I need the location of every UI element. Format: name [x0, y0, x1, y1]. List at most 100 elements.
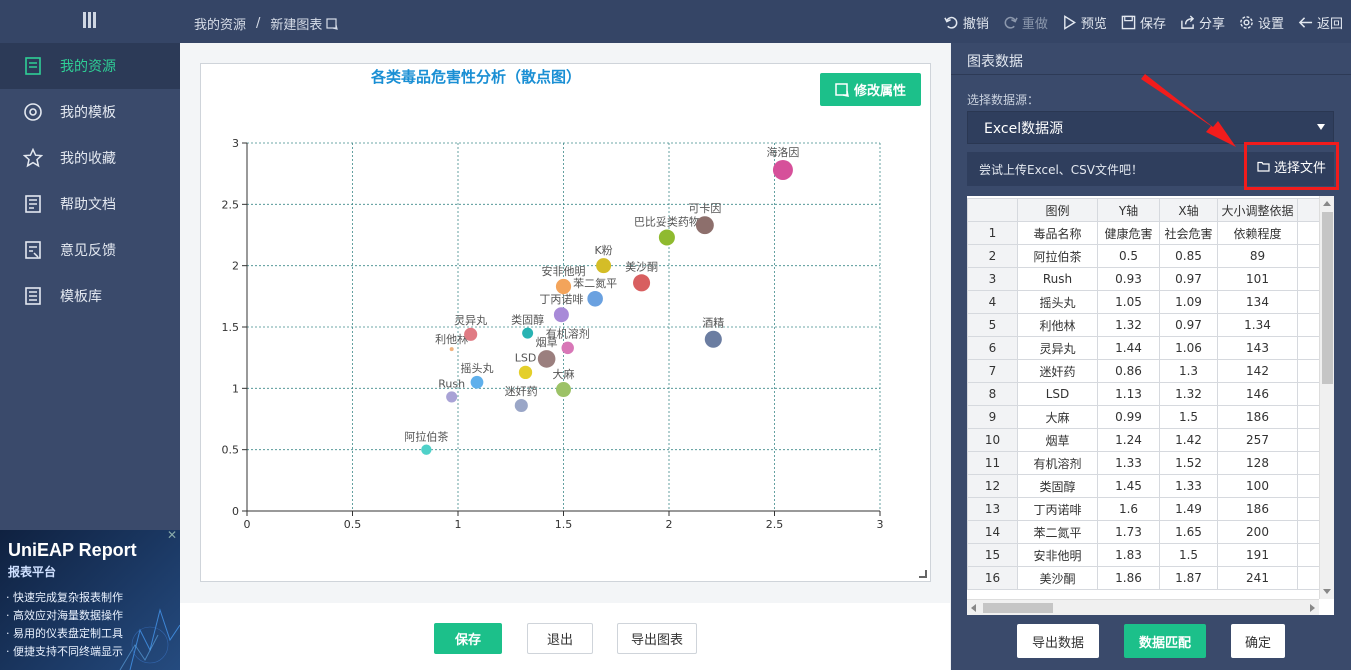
sidebar-item-favorites[interactable]: 我的收藏: [0, 135, 180, 181]
confirm-button[interactable]: 确定: [1231, 624, 1285, 658]
modify-properties-button[interactable]: 修改属性: [820, 73, 921, 106]
sidebar-item-my-resources[interactable]: 我的资源: [0, 43, 180, 89]
table-cell[interactable]: 1.52: [1159, 451, 1218, 475]
export-data-button[interactable]: 导出数据: [1017, 624, 1099, 658]
sidebar-item-template-library[interactable]: 模板库: [0, 273, 180, 319]
table-cell[interactable]: 1.42: [1159, 428, 1218, 452]
table-cell[interactable]: 0.97: [1159, 313, 1218, 337]
choose-file-button[interactable]: 选择文件: [1244, 142, 1339, 190]
breadcrumb-root[interactable]: 我的资源: [194, 14, 246, 33]
back-button[interactable]: 返回: [1298, 13, 1343, 32]
table-cell[interactable]: 1.49: [1159, 497, 1218, 521]
sidebar-item-feedback[interactable]: 意见反馈: [0, 227, 180, 273]
table-cell[interactable]: 1.32: [1097, 313, 1160, 337]
table-cell[interactable]: 1.73: [1097, 520, 1160, 544]
undo-button[interactable]: 撤销: [944, 13, 989, 32]
column-header[interactable]: 图例: [1017, 198, 1098, 222]
share-button[interactable]: 分享: [1180, 13, 1225, 32]
table-cell[interactable]: 1.5: [1159, 405, 1218, 429]
save-button[interactable]: 保存: [434, 623, 502, 654]
promo-banner[interactable]: ✕ UniEAP Report 报表平台 快速完成复杂报表制作 高效应对海量数据…: [0, 530, 180, 670]
table-cell[interactable]: 0.5: [1097, 244, 1160, 268]
table-cell[interactable]: 社会危害: [1159, 221, 1218, 245]
data-grid[interactable]: 图例 Y轴 X轴 大小调整依据 1 毒品名称 健康危害 社会危害 依赖程度 2 阿拉伯茶 0.5 0.8…: [967, 196, 1334, 615]
table-cell[interactable]: 烟草: [1017, 428, 1098, 452]
preview-button[interactable]: 预览: [1062, 13, 1107, 32]
table-cell[interactable]: 美沙酮: [1017, 566, 1098, 590]
table-cell[interactable]: 1.34: [1217, 313, 1298, 337]
table-cell[interactable]: 134: [1217, 290, 1298, 314]
table-cell[interactable]: 89: [1217, 244, 1298, 268]
table-cell[interactable]: 灵异丸: [1017, 336, 1098, 360]
table-cell[interactable]: 142: [1217, 359, 1298, 383]
table-cell[interactable]: 1.83: [1097, 543, 1160, 567]
table-row: 6 灵异丸 1.44 1.06 143: [967, 336, 1323, 360]
column-header[interactable]: Y轴: [1097, 198, 1160, 222]
table-cell[interactable]: 健康危害: [1097, 221, 1160, 245]
table-cell[interactable]: 依赖程度: [1217, 221, 1298, 245]
edit-title-icon[interactable]: [326, 17, 339, 30]
table-cell[interactable]: 大麻: [1017, 405, 1098, 429]
table-cell[interactable]: 1.5: [1159, 543, 1218, 567]
table-cell[interactable]: 利他林: [1017, 313, 1098, 337]
table-cell[interactable]: 1.44: [1097, 336, 1160, 360]
table-cell[interactable]: 类固醇: [1017, 474, 1098, 498]
data-match-button[interactable]: 数据匹配: [1124, 624, 1206, 658]
table-cell[interactable]: 阿拉伯茶: [1017, 244, 1098, 268]
table-cell[interactable]: 186: [1217, 497, 1298, 521]
table-cell[interactable]: 146: [1217, 382, 1298, 406]
table-cell[interactable]: 毒品名称: [1017, 221, 1098, 245]
table-cell[interactable]: Rush: [1017, 267, 1098, 291]
table-cell[interactable]: 186: [1217, 405, 1298, 429]
table-cell[interactable]: 1.33: [1097, 451, 1160, 475]
table-cell[interactable]: 1.09: [1159, 290, 1218, 314]
table-cell[interactable]: 0.93: [1097, 267, 1160, 291]
table-cell[interactable]: 241: [1217, 566, 1298, 590]
table-cell[interactable]: 安非他明: [1017, 543, 1098, 567]
table-cell[interactable]: 1.3: [1159, 359, 1218, 383]
table-cell[interactable]: 257: [1217, 428, 1298, 452]
menu-toggle-icon[interactable]: [82, 12, 98, 30]
sidebar-item-my-templates[interactable]: 我的模板: [0, 89, 180, 135]
table-cell[interactable]: 有机溶剂: [1017, 451, 1098, 475]
table-cell[interactable]: 1.86: [1097, 566, 1160, 590]
table-cell[interactable]: 苯二氮平: [1017, 520, 1098, 544]
chart-panel[interactable]: 0 0.5 1 1.5 2 2.5 3 0 0.5 1 1.5 2 2.5 3 阿拉伯茶 Rush 摇头丸 利他林…: [200, 63, 931, 582]
table-cell[interactable]: 0.85: [1159, 244, 1218, 268]
column-header[interactable]: 大小调整依据: [1217, 198, 1298, 222]
table-cell[interactable]: LSD: [1017, 382, 1098, 406]
column-header[interactable]: X轴: [1159, 198, 1218, 222]
horizontal-scrollbar[interactable]: [967, 599, 1319, 615]
table-cell[interactable]: 摇头丸: [1017, 290, 1098, 314]
save-top-button[interactable]: 保存: [1121, 13, 1166, 32]
table-cell[interactable]: 1.33: [1159, 474, 1218, 498]
table-cell[interactable]: 100: [1217, 474, 1298, 498]
table-cell[interactable]: 1.45: [1097, 474, 1160, 498]
table-cell[interactable]: 1.05: [1097, 290, 1160, 314]
exit-button[interactable]: 退出: [527, 623, 593, 654]
table-cell[interactable]: 143: [1217, 336, 1298, 360]
redo-button[interactable]: 重做: [1003, 13, 1048, 32]
table-cell[interactable]: 丁丙诺啡: [1017, 497, 1098, 521]
table-cell[interactable]: 0.97: [1159, 267, 1218, 291]
table-cell[interactable]: 1.32: [1159, 382, 1218, 406]
table-cell[interactable]: 0.99: [1097, 405, 1160, 429]
table-cell[interactable]: 迷奸药: [1017, 359, 1098, 383]
settings-button[interactable]: 设置: [1239, 13, 1284, 32]
table-cell[interactable]: 1.24: [1097, 428, 1160, 452]
resize-handle-icon[interactable]: [919, 570, 927, 578]
table-cell[interactable]: 128: [1217, 451, 1298, 475]
table-cell[interactable]: 1.13: [1097, 382, 1160, 406]
sidebar-item-label: 模板库: [60, 289, 102, 305]
vertical-scrollbar[interactable]: [1319, 196, 1334, 599]
sidebar-item-help[interactable]: 帮助文档: [0, 181, 180, 227]
table-cell[interactable]: 200: [1217, 520, 1298, 544]
table-cell[interactable]: 1.65: [1159, 520, 1218, 544]
table-cell[interactable]: 1.87: [1159, 566, 1218, 590]
export-chart-button[interactable]: 导出图表: [617, 623, 697, 654]
table-cell[interactable]: 191: [1217, 543, 1298, 567]
table-cell[interactable]: 1.6: [1097, 497, 1160, 521]
table-cell[interactable]: 1.06: [1159, 336, 1218, 360]
table-cell[interactable]: 101: [1217, 267, 1298, 291]
table-cell[interactable]: 0.86: [1097, 359, 1160, 383]
